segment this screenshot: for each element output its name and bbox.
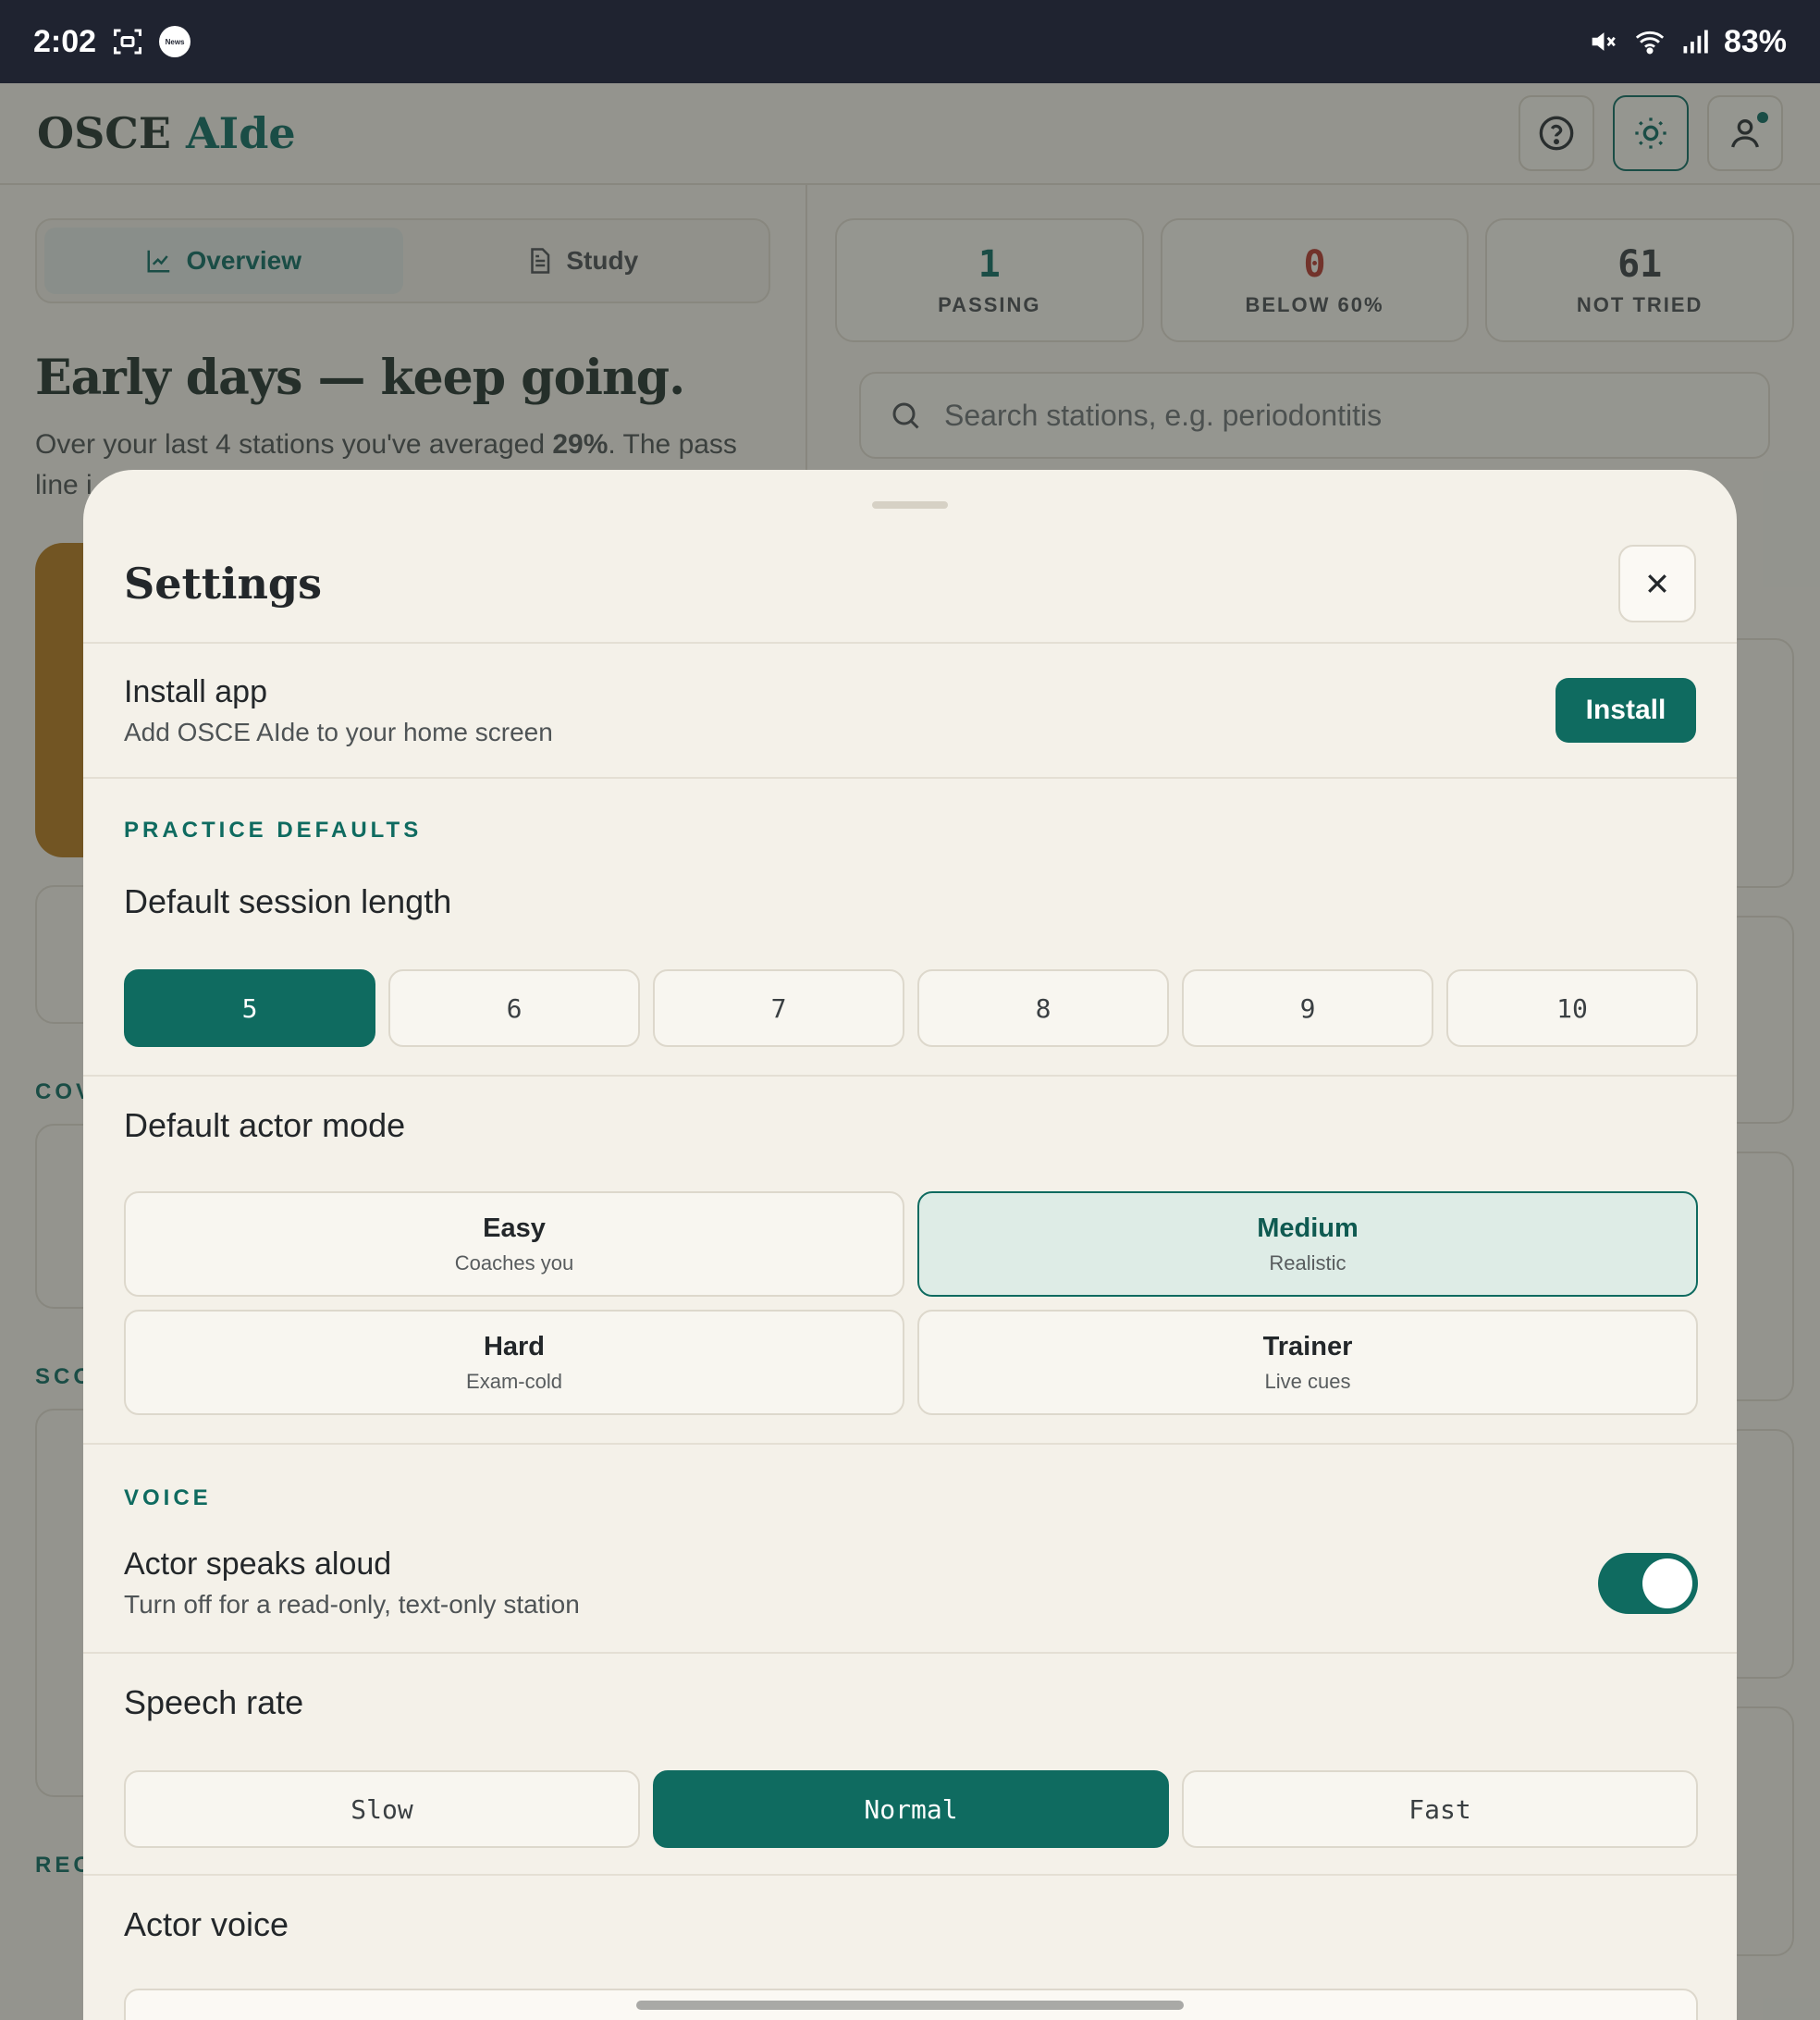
actor-mode-label: Default actor mode (124, 1106, 406, 1144)
settings-sheet: Settings Install app Add OSCE AIde to yo… (83, 470, 1737, 2020)
install-subtitle: Add OSCE AIde to your home screen (124, 717, 553, 746)
divider (83, 1443, 1737, 1445)
voice-heading: VOICE (124, 1485, 212, 1510)
toggle-knob (1642, 1558, 1692, 1608)
close-button[interactable] (1618, 545, 1696, 622)
speech-rate-label: Speech rate (124, 1683, 304, 1721)
settings-header: Settings (83, 470, 1737, 644)
settings-title: Settings (124, 559, 322, 609)
speech-rate-normal[interactable]: Normal (653, 1770, 1169, 1848)
battery-level: 83% (1723, 23, 1787, 59)
actor-mode-trainer[interactable]: Trainer Live cues (917, 1310, 1698, 1415)
actor-mode-easy[interactable]: Easy Coaches you (124, 1191, 904, 1297)
install-button[interactable]: Install (1556, 678, 1696, 743)
session-length-option[interactable]: 7 (653, 969, 904, 1047)
install-title: Install app (124, 673, 267, 709)
session-length-label: Default session length (124, 882, 452, 920)
divider (83, 1874, 1737, 1876)
speaks-aloud-title: Actor speaks aloud (124, 1546, 392, 1582)
session-length-option[interactable]: 6 (388, 969, 640, 1047)
speech-rate-fast[interactable]: Fast (1182, 1770, 1698, 1848)
status-bar: 2:02 News 83% (0, 0, 1820, 83)
wifi-icon (1635, 31, 1665, 55)
practice-defaults-heading: PRACTICE DEFAULTS (124, 818, 423, 843)
actor-voice-label: Actor voice (124, 1905, 289, 1943)
signal-icon (1683, 30, 1708, 54)
actor-mode-desc: Coaches you (454, 1250, 574, 1275)
actor-mode-medium[interactable]: Medium Realistic (917, 1191, 1698, 1297)
actor-mode-name: Easy (483, 1213, 546, 1243)
speaks-aloud-row: Actor speaks aloud Turn off for a read-o… (124, 1546, 1698, 1620)
mute-icon (1592, 32, 1616, 51)
speaks-aloud-toggle[interactable] (1598, 1552, 1698, 1614)
actor-mode-name: Medium (1257, 1213, 1359, 1243)
session-length-option[interactable]: 9 (1182, 969, 1433, 1047)
speaks-aloud-subtitle: Turn off for a read-only, text-only stat… (124, 1590, 580, 1619)
divider (83, 1075, 1737, 1077)
news-app-icon: News (159, 26, 191, 57)
install-row: Install app Add OSCE AIde to your home s… (83, 644, 1737, 779)
actor-mode-name: Trainer (1262, 1331, 1353, 1361)
clock: 2:02 (33, 23, 97, 59)
actor-mode-name: Hard (483, 1331, 546, 1361)
close-icon (1648, 574, 1666, 593)
actor-mode-desc: Exam-cold (466, 1369, 562, 1393)
session-length-option[interactable]: 5 (124, 969, 375, 1047)
screenshot-icon (114, 29, 142, 55)
actor-mode-desc: Realistic (1269, 1250, 1347, 1275)
speech-rate-slow[interactable]: Slow (124, 1770, 640, 1848)
session-length-option[interactable]: 8 (917, 969, 1169, 1047)
actor-mode-desc: Live cues (1264, 1369, 1351, 1393)
session-length-options: 5 6 7 8 9 10 (124, 969, 1698, 1047)
actor-mode-hard[interactable]: Hard Exam-cold (124, 1310, 904, 1415)
divider (83, 1652, 1737, 1654)
gesture-bar[interactable] (636, 2001, 1184, 2010)
actor-mode-options: Easy Coaches you Medium Realistic Hard E… (124, 1191, 1698, 1415)
session-length-option[interactable]: 10 (1446, 969, 1698, 1047)
speech-rate-options: Slow Normal Fast (124, 1770, 1698, 1848)
